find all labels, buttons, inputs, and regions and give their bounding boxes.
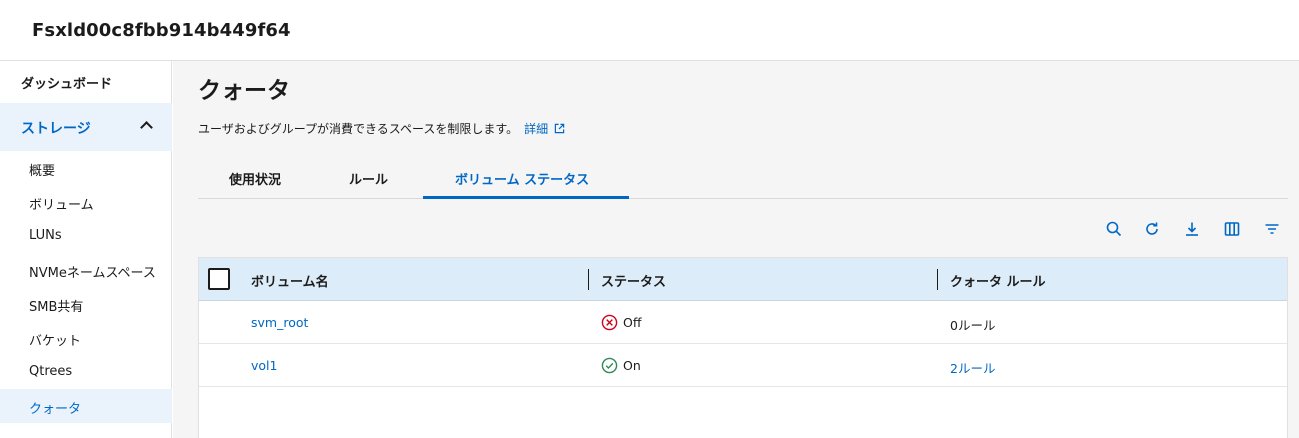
search-icon[interactable] [1105,220,1123,238]
sidebar-item-quota[interactable]: クォータ [29,398,81,417]
select-all-checkbox[interactable] [208,268,230,290]
top-bar: Fsxld00c8fbb914b449f64 [0,0,1299,61]
page-title: クォータ [198,78,290,104]
sidebar-item-buckets[interactable]: バケット [29,330,81,349]
sidebar-item-luns[interactable]: LUNs [29,228,62,243]
details-link[interactable]: 詳細 [524,122,548,136]
quota-rules-link[interactable]: 2ルール [950,358,995,377]
sidebar-section-label: ストレージ [21,121,91,137]
description-text: ユーザおよびグループが消費できるスペースを制限します。 [198,122,519,136]
tab-usage[interactable]: 使用状況 [229,169,281,188]
file-system-title: Fsxld00c8fbb914b449f64 [32,20,291,41]
sidebar-item-nvme-namespaces[interactable]: NVMeネームスペース [29,262,156,281]
sidebar-item-qtrees[interactable]: Qtrees [29,364,72,379]
sidebar-item-overview[interactable]: 概要 [29,160,55,179]
status-value: On [623,358,641,373]
filter-icon[interactable] [1263,220,1281,238]
sidebar-item-dashboard[interactable]: ダッシュボード [21,73,112,92]
chevron-up-icon[interactable] [140,121,153,134]
volume-status-table: ボリューム名 ステータス クォータ ルール svm_root Off 0ルール … [198,257,1288,438]
download-icon[interactable] [1183,220,1201,238]
check-circle-icon [601,357,618,374]
sidebar-section-storage[interactable]: ストレージ [0,103,172,151]
refresh-icon[interactable] [1143,220,1161,238]
volume-name-link[interactable]: vol1 [251,358,277,373]
main-content: クォータ ユーザおよびグループが消費できるスペースを制限します。 詳細 使用状況 … [173,61,1299,438]
sidebar-item-volumes[interactable]: ボリューム [29,194,94,213]
columns-icon[interactable] [1223,220,1241,238]
sidebar-item-smb-shares[interactable]: SMB共有 [29,296,83,315]
x-circle-icon [601,314,618,331]
sidebar: ダッシュボード ストレージ 概要 ボリューム LUNs NVMeネームスペース … [0,61,172,438]
active-tab-indicator [423,196,629,199]
column-resize-handle[interactable] [937,269,938,290]
status-value: Off [623,315,642,330]
column-resize-handle[interactable] [588,269,589,290]
table-header: ボリューム名 ステータス クォータ ルール [199,258,1287,301]
table-row: svm_root Off 0ルール [199,301,1287,344]
column-header-status[interactable]: ステータス [601,271,666,290]
column-header-quota-rules[interactable]: クォータ ルール [950,271,1046,290]
tab-rules[interactable]: ルール [349,169,388,188]
page-description: ユーザおよびグループが消費できるスペースを制限します。 詳細 [198,120,565,137]
tab-volume-status[interactable]: ボリューム ステータス [455,169,589,188]
tab-bar: 使用状況 ルール ボリューム ステータス [198,159,1288,199]
external-link-icon[interactable] [554,123,565,134]
column-header-volume-name[interactable]: ボリューム名 [251,271,329,290]
sidebar-item-quota-highlight [0,389,172,423]
quota-rules-value: 0ルール [950,318,996,333]
volume-name-link[interactable]: svm_root [251,315,308,330]
table-row: vol1 On 2ルール [199,344,1287,387]
